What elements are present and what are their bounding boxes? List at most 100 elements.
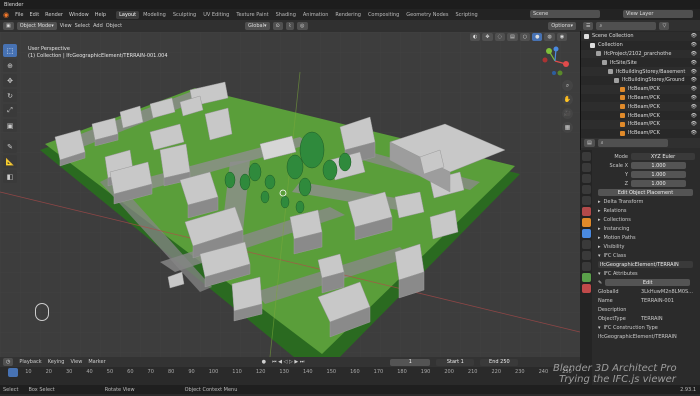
rotate-tool-icon[interactable]: ↻ <box>3 89 17 102</box>
gizmo-toggle-icon[interactable]: ✥ <box>482 33 493 41</box>
scale-x-field[interactable]: 1.000 <box>631 162 686 169</box>
outliner-item[interactable]: Scene Collection 👁 <box>581 32 700 41</box>
tab-geometry-nodes[interactable]: Geometry Nodes <box>403 11 451 19</box>
visibility-eye-icon[interactable]: 👁 <box>691 121 697 127</box>
snap-icon[interactable]: ⌇ <box>285 22 295 30</box>
annotate-tool-icon[interactable]: ✎ <box>3 140 17 153</box>
tab-uv-editing[interactable]: UV Editing <box>200 11 232 19</box>
tab-scripting[interactable]: Scripting <box>452 11 480 19</box>
marker-menu[interactable]: Marker <box>88 359 105 365</box>
menu-help[interactable]: Help <box>95 12 106 18</box>
outliner-item[interactable]: IfcBeam/PCK 👁 <box>581 111 700 120</box>
scale-z-field[interactable]: 1.000 <box>631 180 686 187</box>
playback-menu[interactable]: Playback <box>19 359 41 365</box>
world-tab-icon[interactable] <box>581 207 591 216</box>
tab-modeling[interactable]: Modeling <box>140 11 169 19</box>
outliner-item[interactable]: IfcProject/2102_prarchothe 👁 <box>581 49 700 59</box>
outliner-item[interactable]: IfcBuildingStorey/Ground 👁 <box>581 76 700 85</box>
tab-animation[interactable]: Animation <box>300 11 332 19</box>
view-layer-selector[interactable]: View Layer <box>623 10 693 18</box>
orientation-dropdown[interactable]: Global ▾ <box>245 22 270 30</box>
outliner-filter-icon[interactable]: ▽ <box>659 21 670 30</box>
material-tab-icon[interactable] <box>581 284 591 293</box>
outliner-item[interactable]: IfcBeam/PCK 👁 <box>581 84 700 94</box>
zoom-icon[interactable]: ⌕ <box>562 80 573 91</box>
xray-icon[interactable]: ▤ <box>506 33 518 41</box>
outliner-item[interactable]: IfcSite/Site 👁 <box>581 58 700 67</box>
menu-add[interactable]: Add <box>93 23 103 29</box>
properties-type-icon[interactable]: ▤ <box>584 139 595 147</box>
transform-tool-icon[interactable]: ▣ <box>3 119 17 132</box>
outliner-search-input[interactable]: ⌕ <box>596 21 657 30</box>
end-frame-field[interactable]: End 250 <box>480 358 519 366</box>
cursor-tool-icon[interactable]: ⊕ <box>3 59 17 72</box>
measure-tool-icon[interactable]: 📐 <box>3 155 17 168</box>
blender-logo-icon[interactable]: ◉ <box>3 11 9 19</box>
proportional-icon[interactable]: ◎ <box>297 22 308 30</box>
menu-render[interactable]: Render <box>45 12 63 18</box>
data-tab-icon[interactable] <box>581 273 591 282</box>
tab-rendering[interactable]: Rendering <box>332 11 364 19</box>
record-icon[interactable]: ● <box>262 359 266 365</box>
menu-window[interactable]: Window <box>69 12 89 18</box>
menu-select[interactable]: Select <box>75 23 90 29</box>
outliner-item[interactable]: Collection 👁 <box>581 41 700 50</box>
solid-shading-icon[interactable]: ● <box>532 33 543 41</box>
scale-y-field[interactable]: 1.000 <box>631 171 686 178</box>
panel-visibility[interactable]: ▸ Visibility <box>594 242 700 251</box>
panel-delta-transform[interactable]: ▸ Delta Transform <box>594 197 700 206</box>
visibility-eye-icon[interactable]: 👁 <box>691 77 697 83</box>
rendered-shading-icon[interactable]: ◉ <box>556 33 568 41</box>
panel-ifc-construction-type[interactable]: ▾ IFC Construction Type <box>594 323 700 332</box>
tab-texture-paint[interactable]: Texture Paint <box>233 11 271 19</box>
constraints-tab-icon[interactable] <box>581 262 591 271</box>
outliner-item[interactable]: IfcBeam/PCK 👁 <box>581 129 700 138</box>
visibility-eye-icon[interactable]: 👁 <box>691 60 697 66</box>
visibility-eye-icon[interactable]: 👁 <box>691 113 697 119</box>
playhead[interactable] <box>8 368 18 377</box>
rotation-mode-dropdown[interactable]: XYZ Euler <box>631 153 695 160</box>
navigation-gizmo[interactable] <box>540 46 570 76</box>
visibility-eye-icon[interactable]: 👁 <box>691 86 697 92</box>
visibility-eye-icon[interactable]: 👁 <box>691 69 697 75</box>
scene-tab-icon[interactable] <box>581 196 591 205</box>
keying-menu[interactable]: Keying <box>48 359 65 365</box>
tab-shading[interactable]: Shading <box>273 11 299 19</box>
overlay-icon[interactable]: ◌ <box>494 33 505 41</box>
material-shading-icon[interactable]: ◍ <box>544 33 555 41</box>
visibility-eye-icon[interactable]: 👁 <box>691 42 697 48</box>
particles-tab-icon[interactable] <box>581 240 591 249</box>
menu-view[interactable]: View <box>60 23 72 29</box>
panel-ifc-attributes[interactable]: ▾ IFC Attributes <box>594 269 700 278</box>
visibility-eye-icon[interactable]: 👁 <box>691 130 697 136</box>
wireframe-shading-icon[interactable]: ○ <box>519 33 531 41</box>
menu-file[interactable]: File <box>15 12 23 18</box>
visibility-eye-icon[interactable]: 👁 <box>691 95 697 101</box>
panel-instancing[interactable]: ▸ Instancing <box>594 224 700 233</box>
panel-collections[interactable]: ▸ Collections <box>594 215 700 224</box>
visibility-eye-icon[interactable]: 👁 <box>691 104 697 110</box>
edit-object-placement-button[interactable]: Edit Object Placement <box>598 189 693 196</box>
outliner-type-icon[interactable]: ☰ <box>583 21 594 30</box>
ifc-class-dropdown[interactable]: IfcGeographicElement/TERRAIN <box>598 261 693 268</box>
playback-controls[interactable]: ⏮ ◀ ◁ ▷ ▶ ⏭ <box>272 359 304 365</box>
modifier-tab-icon[interactable] <box>581 229 591 238</box>
start-frame-field[interactable]: Start 1 <box>436 358 475 366</box>
render-tab-icon[interactable] <box>581 163 591 172</box>
visibility-icon[interactable]: ◐ <box>470 33 481 41</box>
tab-compositing[interactable]: Compositing <box>365 11 402 19</box>
ortho-toggle-icon[interactable]: ▦ <box>562 122 573 133</box>
outliner-item[interactable]: IfcBuildingStorey/Basement 👁 <box>581 67 700 76</box>
panel-ifc-class[interactable]: ▾ IFC Class <box>594 251 700 260</box>
visibility-eye-icon[interactable]: 👁 <box>691 33 697 39</box>
scene-selector[interactable]: Scene <box>530 10 600 18</box>
editor-type-button[interactable]: ▣ <box>3 22 14 30</box>
panel-relations[interactable]: ▸ Relations <box>594 206 700 215</box>
menu-edit[interactable]: Edit <box>29 12 39 18</box>
menu-object[interactable]: Object <box>106 23 122 29</box>
timeline-type-icon[interactable]: ◷ <box>3 358 14 366</box>
edit-attributes-button[interactable]: Edit <box>605 279 691 286</box>
tab-sculpting[interactable]: Sculpting <box>170 11 199 19</box>
visibility-eye-icon[interactable]: 👁 <box>691 51 697 57</box>
tool-tab-icon[interactable] <box>581 152 591 161</box>
